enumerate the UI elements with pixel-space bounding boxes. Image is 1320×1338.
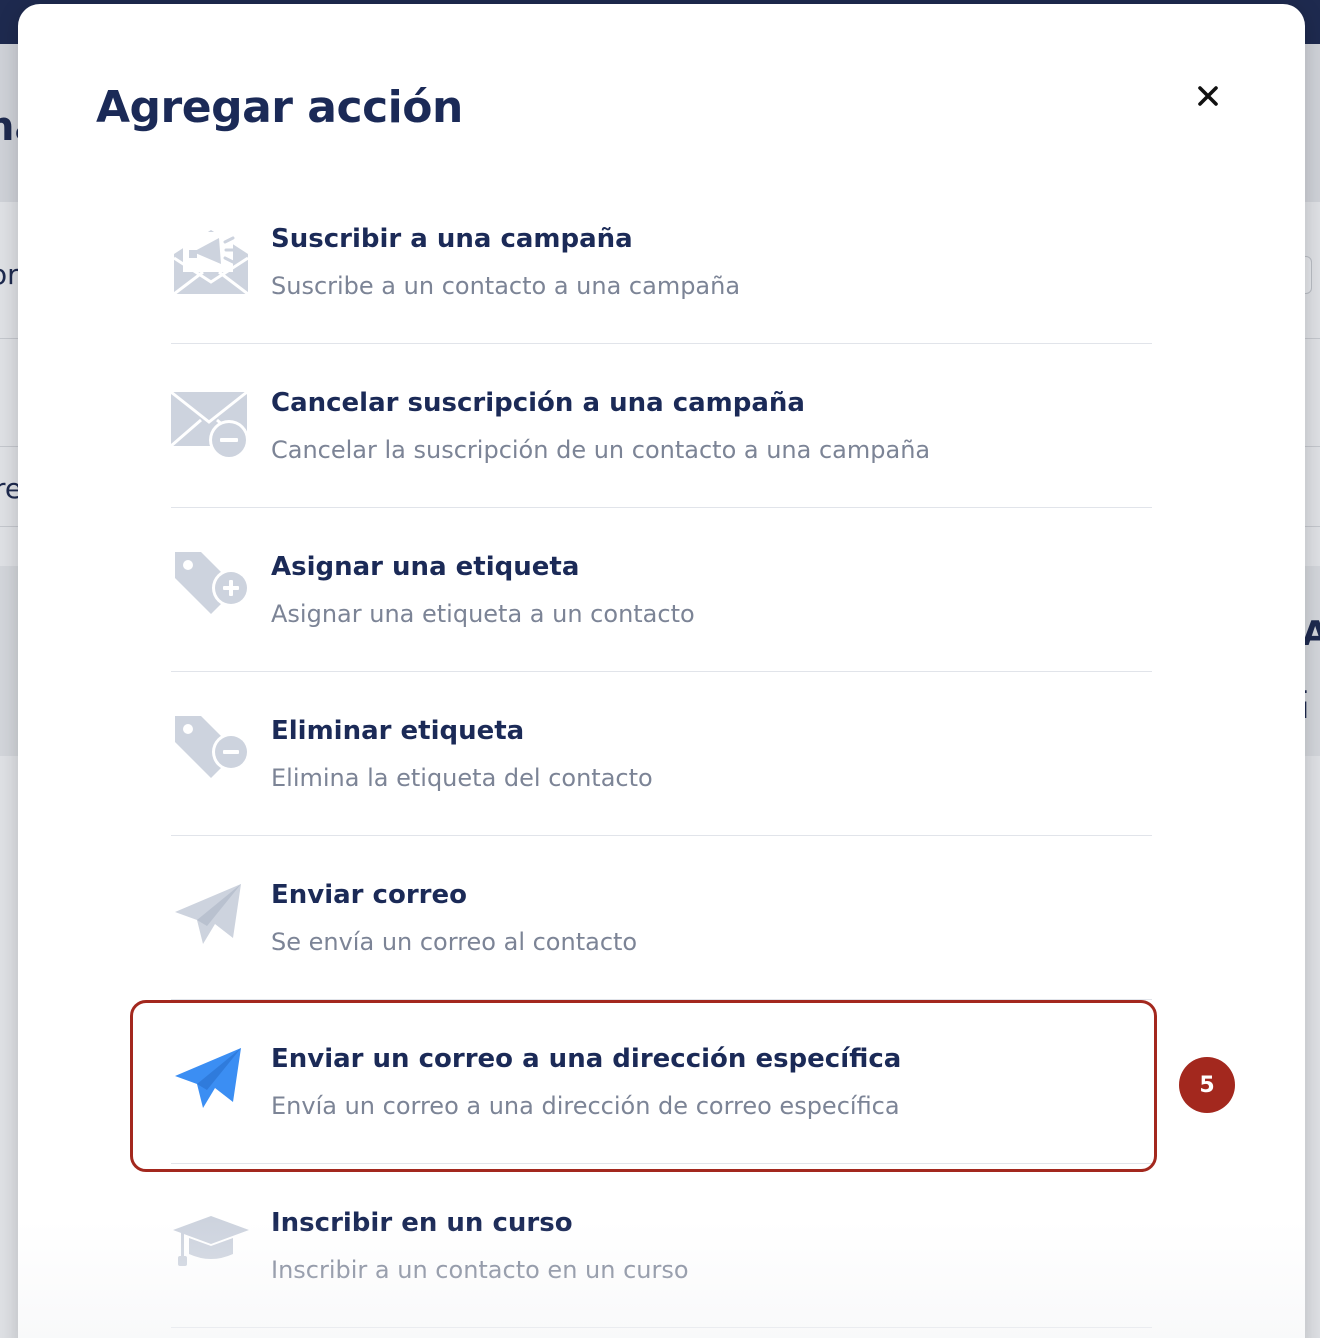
modal-title: Agregar acción: [96, 82, 463, 133]
tag-plus-icon: [171, 546, 251, 626]
action-title: Suscribir a una campaña: [271, 224, 633, 254]
action-description: Inscribir a un contacto en un curso: [271, 1256, 689, 1284]
action-description: Se envía un correo al contacto: [271, 928, 638, 956]
action-item-enroll-course[interactable]: Inscribir en un curso Inscribir a un con…: [171, 1164, 1152, 1328]
action-item-assign-tag[interactable]: Asignar una etiqueta Asignar una etiquet…: [171, 508, 1152, 672]
action-title: Inscribir en un curso: [271, 1208, 573, 1238]
add-action-modal: Agregar acción Suscribir a una campaña S…: [18, 4, 1305, 1338]
action-description: Asignar una etiqueta a un contacto: [271, 600, 695, 628]
action-item-remove-tag[interactable]: Eliminar etiqueta Elimina la etiqueta de…: [171, 672, 1152, 836]
action-description: Cancelar la suscripción de un contacto a…: [271, 436, 931, 464]
action-item-send-email-specific-address[interactable]: Enviar un correo a una dirección específ…: [171, 1000, 1152, 1164]
action-description: Envía un correo a una dirección de corre…: [271, 1092, 900, 1120]
action-title: Cancelar suscripción a una campaña: [271, 388, 805, 418]
tag-minus-icon: [171, 710, 251, 790]
action-title: Eliminar etiqueta: [271, 716, 525, 746]
action-item-send-email[interactable]: Enviar correo Se envía un correo al cont…: [171, 836, 1152, 1000]
step-badge: 5: [1179, 1057, 1235, 1113]
action-description: Elimina la etiqueta del contacto: [271, 764, 653, 792]
paper-plane-icon: [171, 874, 251, 954]
close-icon[interactable]: [1197, 85, 1219, 111]
action-description: Suscribe a un contacto a una campaña: [271, 272, 741, 300]
graduation-cap-icon: [171, 1202, 251, 1282]
action-title: Enviar correo: [271, 880, 467, 910]
action-item-subscribe-campaign[interactable]: Suscribir a una campaña Suscribe a un co…: [171, 180, 1152, 344]
background-text: or: [0, 258, 19, 291]
action-item-unsubscribe-campaign[interactable]: Cancelar suscripción a una campaña Cance…: [171, 344, 1152, 508]
envelope-minus-icon: [171, 382, 251, 462]
action-title: Asignar una etiqueta: [271, 552, 580, 582]
paper-plane-blue-icon: [171, 1038, 251, 1118]
close-button[interactable]: [1190, 80, 1226, 116]
action-title: Enviar un correo a una dirección específ…: [271, 1044, 902, 1074]
megaphone-envelope-icon: [171, 218, 251, 298]
action-list: Suscribir a una campaña Suscribe a un co…: [171, 180, 1152, 1328]
